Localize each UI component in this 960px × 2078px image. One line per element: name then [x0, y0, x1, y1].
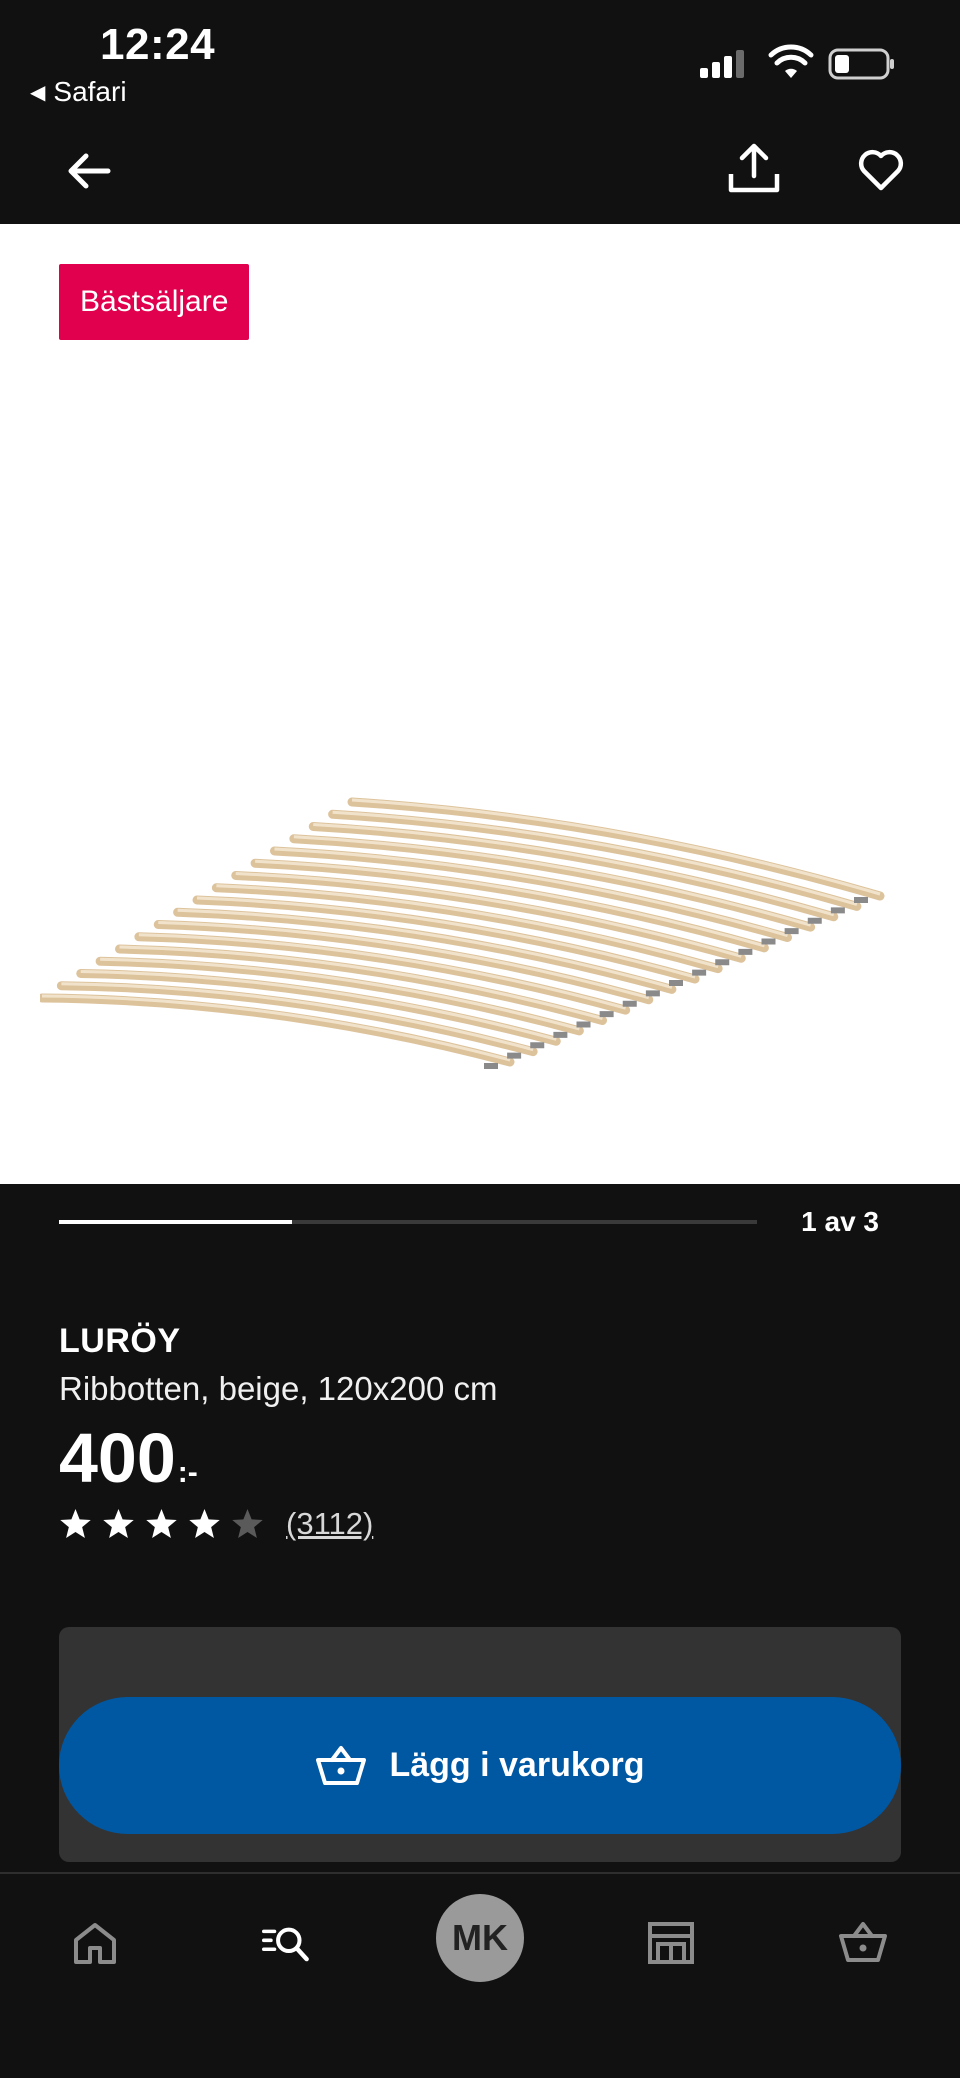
product-image	[40, 797, 885, 1069]
add-to-cart-label: Lägg i varukorg	[389, 1746, 645, 1784]
heart-icon[interactable]	[856, 144, 906, 194]
back-app-label: Safari	[53, 76, 127, 107]
cellular-signal-icon	[700, 50, 744, 78]
product-price: 400 :-	[59, 1418, 198, 1498]
product-image-carousel[interactable]: Bästsäljare	[0, 224, 960, 1184]
bottom-tab-bar: MK	[0, 1872, 960, 2078]
store-icon	[648, 1922, 694, 1964]
carousel-indicator: 1 av 3	[0, 1184, 960, 1264]
add-to-cart-button[interactable]: Lägg i varukorg	[59, 1697, 901, 1834]
star-filled-icon	[146, 1508, 177, 1538]
tab-search[interactable]	[252, 1908, 322, 1978]
battery-icon	[828, 48, 894, 80]
back-triangle-icon: ◀	[30, 81, 46, 104]
status-bar: 12:24 ◀ Safari	[0, 0, 960, 130]
share-icon[interactable]	[726, 140, 782, 196]
star-filled-icon	[189, 1508, 220, 1538]
product-rating[interactable]: (3112)	[59, 1506, 373, 1542]
price-suffix: :-	[177, 1456, 198, 1489]
tab-home[interactable]	[60, 1908, 130, 1978]
carousel-progress-track	[59, 1220, 757, 1224]
arrow-left-icon[interactable]	[64, 146, 114, 196]
star-empty-icon	[232, 1508, 263, 1538]
review-count-link[interactable]: (3112)	[286, 1506, 373, 1542]
price-value: 400	[59, 1419, 176, 1497]
wifi-icon	[768, 44, 814, 78]
tab-store[interactable]	[636, 1908, 706, 1978]
product-name: LURÖY	[59, 1322, 181, 1360]
carousel-pager: 1 av 3	[801, 1206, 879, 1237]
basket-icon	[316, 1745, 367, 1785]
search-icon	[262, 1927, 309, 1962]
star-filled-icon	[60, 1508, 91, 1538]
status-time: 12:24	[100, 20, 216, 69]
profile-avatar[interactable]: MK	[436, 1894, 524, 1982]
top-nav-bar	[0, 130, 960, 224]
tab-basket[interactable]	[828, 1908, 898, 1978]
rating-stars	[59, 1508, 264, 1541]
back-to-safari-link[interactable]: ◀ Safari	[30, 76, 127, 108]
product-description: Ribbotten, beige, 120x200 cm	[59, 1370, 498, 1407]
star-filled-icon	[103, 1508, 134, 1538]
carousel-progress-fill	[59, 1220, 292, 1224]
bestseller-badge: Bästsäljare	[59, 264, 250, 340]
basket-icon	[839, 1922, 887, 1962]
home-icon	[74, 1923, 116, 1964]
